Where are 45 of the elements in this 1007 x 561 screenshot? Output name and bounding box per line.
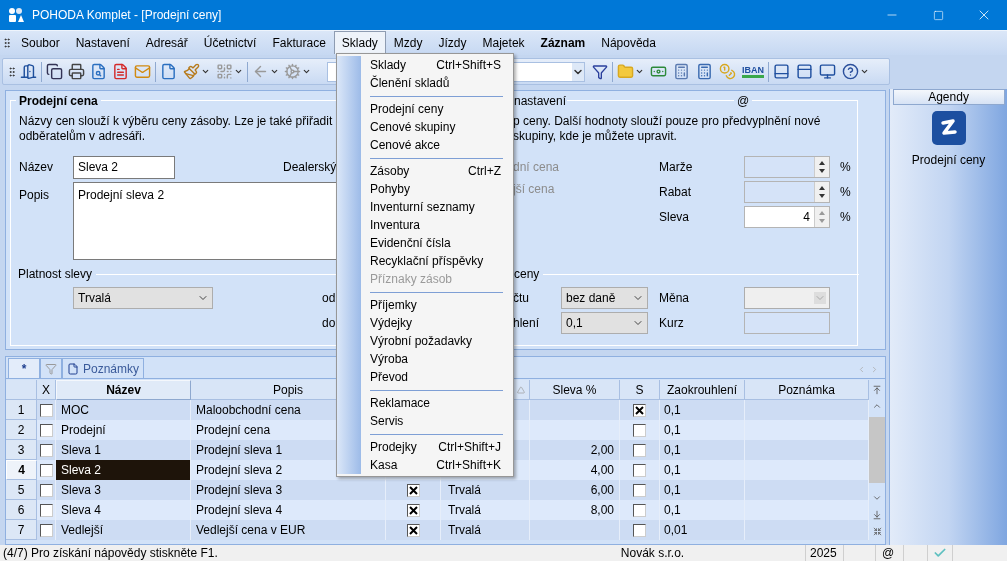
row-number: 7 — [6, 520, 37, 540]
field-label: Popis — [19, 187, 51, 204]
table-cell-text: 6,00 — [590, 482, 614, 499]
description-text: odběratelům v adresáři. — [19, 129, 146, 144]
field-label: Dealerský — [283, 159, 337, 176]
window-title: POHODA Komplet - [Prodejní ceny] — [32, 7, 222, 24]
year-label: 2025 — [805, 545, 843, 561]
row-number: 5 — [6, 480, 37, 500]
description-text: Názvy cen slouží k výběru ceny zásoby. Lze je také přiřadit — [19, 114, 333, 129]
status-message: (4/7) Pro získání nápovědy stiskněte F1. — [2, 545, 219, 561]
row-number: 4 — [6, 460, 37, 480]
option-label: dní cena — [513, 159, 561, 176]
row-number: 2 — [6, 420, 37, 440]
row-number: 1 — [6, 400, 37, 420]
row-number: 6 — [6, 500, 37, 520]
unit-label: % — [840, 184, 852, 201]
field-label: Rabat — [659, 184, 693, 201]
field-label: čtu — [513, 289, 530, 307]
section-title: ceny — [514, 266, 541, 283]
table-cell: Vedlejší cena v EUR — [191, 520, 386, 540]
company-name: Novák s.r.o. — [619, 545, 686, 561]
description-text: skupiny, kde je můžete upravit. — [513, 129, 677, 144]
table-cell: 0,01 — [660, 520, 745, 540]
field-label: Sleva — [659, 209, 691, 226]
row-number: 3 — [6, 440, 37, 460]
table-cell-text: Trvalá — [448, 502, 481, 519]
table-cell: Sleva 2 — [56, 460, 191, 480]
table-cell-text: 8,00 — [590, 502, 614, 519]
table-cell: Vedlejší — [56, 520, 191, 540]
description-text: p ceny. Další hodnoty slouží pouze pro předvyplnění nové — [513, 114, 821, 129]
field-label: hlení — [513, 314, 541, 332]
field-label: Název — [19, 159, 54, 176]
panel-header: Agendy — [892, 89, 1005, 105]
section-title: Platnost slevy — [18, 266, 94, 283]
unit-label: % — [840, 159, 852, 176]
field-label: od — [322, 289, 336, 307]
field-label: Kurz — [659, 314, 685, 332]
table-cell-text: Trvalá — [448, 522, 481, 539]
field-label: Marže — [659, 159, 694, 176]
table-cell-text: 2,00 — [590, 442, 614, 459]
unit-label: % — [840, 209, 852, 226]
field-label: Měna — [659, 289, 691, 307]
field-label: do — [322, 314, 336, 332]
table-cell-text: 4,00 — [590, 462, 614, 479]
table-cell-text: Trvalá — [448, 482, 481, 499]
